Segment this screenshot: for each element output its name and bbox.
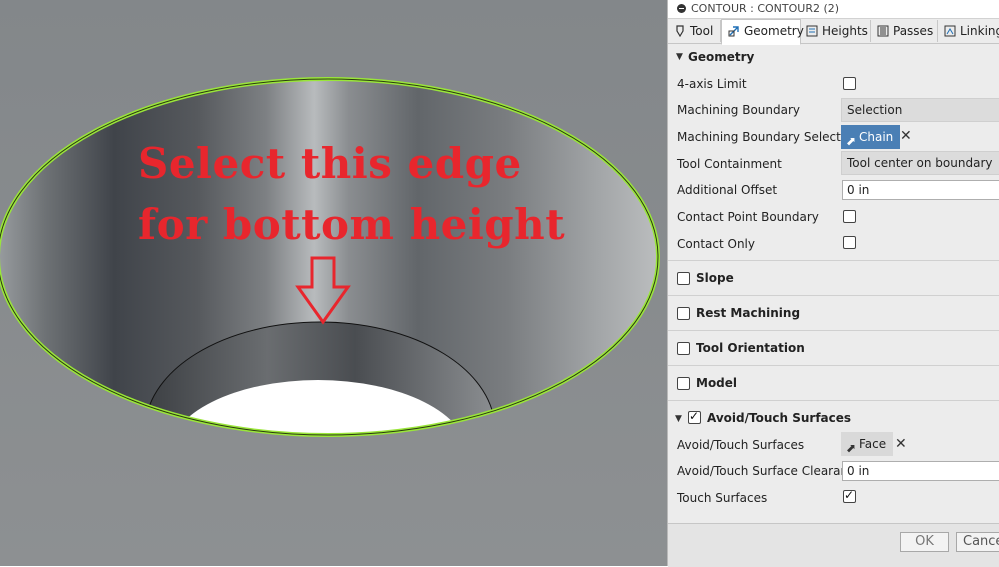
annotation-line-1: Select this edge: [138, 139, 522, 188]
surface-clearance-row: Avoid/Touch Surface Clearance 0 in: [668, 458, 999, 484]
model-checkbox[interactable]: [677, 377, 690, 390]
contact-only-checkbox[interactable]: [843, 236, 856, 249]
tool-orientation-label: Tool Orientation: [696, 341, 805, 355]
avoid-touch-header-label: Avoid/Touch Surfaces: [707, 411, 852, 425]
avoid-surfaces-row: Avoid/Touch Surfaces ⬈ Face ✕: [668, 432, 999, 458]
surface-clearance-input[interactable]: 0 in: [842, 461, 999, 481]
rest-machining-label: Rest Machining: [696, 306, 801, 320]
tab-passes[interactable]: Passes: [871, 20, 938, 42]
tool-orientation-group[interactable]: Tool Orientation: [668, 330, 999, 365]
contact-point-boundary-checkbox[interactable]: [843, 210, 856, 223]
tab-heights[interactable]: Heights: [800, 20, 871, 42]
contact-point-boundary-label: Contact Point Boundary: [677, 210, 819, 224]
tool-orientation-checkbox[interactable]: [677, 342, 690, 355]
four-axis-row: 4-axis Limit: [668, 71, 999, 97]
machining-boundary-select[interactable]: Selection: [841, 98, 999, 122]
avoid-touch-group[interactable]: ▼ Avoid/Touch Surfaces: [668, 400, 999, 433]
tool-containment-label: Tool Containment: [677, 157, 782, 171]
countersink-model[interactable]: [0, 0, 667, 566]
avoid-touch-checkbox[interactable]: [688, 409, 701, 424]
model-group[interactable]: Model: [668, 365, 999, 400]
surface-clearance-label: Avoid/Touch Surface Clearance: [677, 464, 863, 478]
tab-passes-label: Passes: [893, 24, 934, 38]
cursor-icon: ⬈: [846, 134, 857, 148]
cancel-button[interactable]: Cancel: [956, 532, 999, 552]
model-viewport[interactable]: Select this edge for bottom height: [0, 0, 667, 566]
cursor-icon: ⬈: [846, 441, 857, 455]
model-label: Model: [696, 376, 738, 390]
expand-triangle-icon: ▼: [675, 414, 682, 424]
chain-select-button[interactable]: ⬈ Chain: [841, 125, 901, 149]
chain-label: Chain: [859, 130, 894, 144]
tab-linking-label: Linking: [960, 24, 999, 38]
face-select-button[interactable]: ⬈ Face: [841, 432, 894, 456]
tool-containment-row: Tool Containment Tool center on boundary: [668, 151, 999, 177]
avoid-surfaces-label: Avoid/Touch Surfaces: [677, 438, 805, 452]
machining-boundary-row: Machining Boundary Selection: [668, 97, 999, 123]
slope-label: Slope: [696, 271, 734, 285]
contact-point-boundary-row: Contact Point Boundary: [668, 204, 999, 230]
collapse-icon[interactable]: [677, 4, 686, 13]
contact-only-label: Contact Only: [677, 237, 755, 251]
heights-icon: [806, 25, 818, 37]
contact-only-row: Contact Only: [668, 231, 999, 257]
passes-icon: [877, 25, 889, 37]
rest-machining-group[interactable]: Rest Machining: [668, 295, 999, 330]
ok-button[interactable]: OK: [900, 532, 949, 552]
tool-containment-select[interactable]: Tool center on boundary: [841, 151, 999, 175]
additional-offset-input[interactable]: 0 in: [842, 180, 999, 200]
boundary-selection-label: Machining Boundary Selection: [677, 130, 860, 144]
expand-triangle-icon: ▼: [676, 52, 683, 62]
four-axis-label: 4-axis Limit: [677, 77, 747, 91]
additional-offset-label: Additional Offset: [677, 183, 778, 197]
geometry-icon: [728, 26, 739, 37]
annotation-line-2: for bottom height: [138, 200, 566, 249]
additional-offset-row: Additional Offset 0 in: [668, 177, 999, 203]
tab-linking[interactable]: Linking: [938, 20, 999, 42]
tool-icon: [676, 25, 684, 37]
tab-tool-label: Tool: [690, 24, 714, 38]
machining-boundary-label: Machining Boundary: [677, 103, 801, 117]
tab-bar: Tool Geometry Heights Passes Linking: [668, 19, 999, 45]
touch-surfaces-label: Touch Surfaces: [677, 491, 768, 505]
slope-checkbox[interactable]: [677, 272, 690, 285]
dialog-footer: OK Cancel: [668, 523, 999, 567]
four-axis-checkbox[interactable]: [843, 77, 856, 90]
slope-group[interactable]: Slope: [668, 260, 999, 295]
clear-selection-icon[interactable]: ✕: [900, 128, 912, 144]
tab-geometry[interactable]: Geometry: [721, 19, 804, 45]
rest-machining-checkbox[interactable]: [677, 307, 690, 320]
face-label: Face: [859, 437, 887, 451]
linking-icon: [944, 25, 956, 37]
touch-surfaces-checkbox[interactable]: [843, 488, 856, 503]
touch-surfaces-row: Touch Surfaces: [668, 485, 999, 511]
dialog-titlebar: CONTOUR : CONTOUR2 (2): [668, 0, 999, 19]
tab-heights-label: Heights: [822, 24, 868, 38]
clear-faces-icon[interactable]: ✕: [895, 436, 907, 452]
geometry-header-label: Geometry: [688, 50, 755, 64]
dialog-title: CONTOUR : CONTOUR2 (2): [691, 2, 840, 15]
tab-geometry-label: Geometry: [744, 24, 804, 38]
boundary-selection-row: Machining Boundary Selection ⬈ Chain ✕: [668, 124, 999, 150]
geometry-section-header[interactable]: ▼ Geometry: [668, 44, 999, 70]
contour-dialog: CONTOUR : CONTOUR2 (2) Tool Geometry Hei…: [667, 0, 999, 567]
tab-tool[interactable]: Tool: [668, 20, 721, 42]
